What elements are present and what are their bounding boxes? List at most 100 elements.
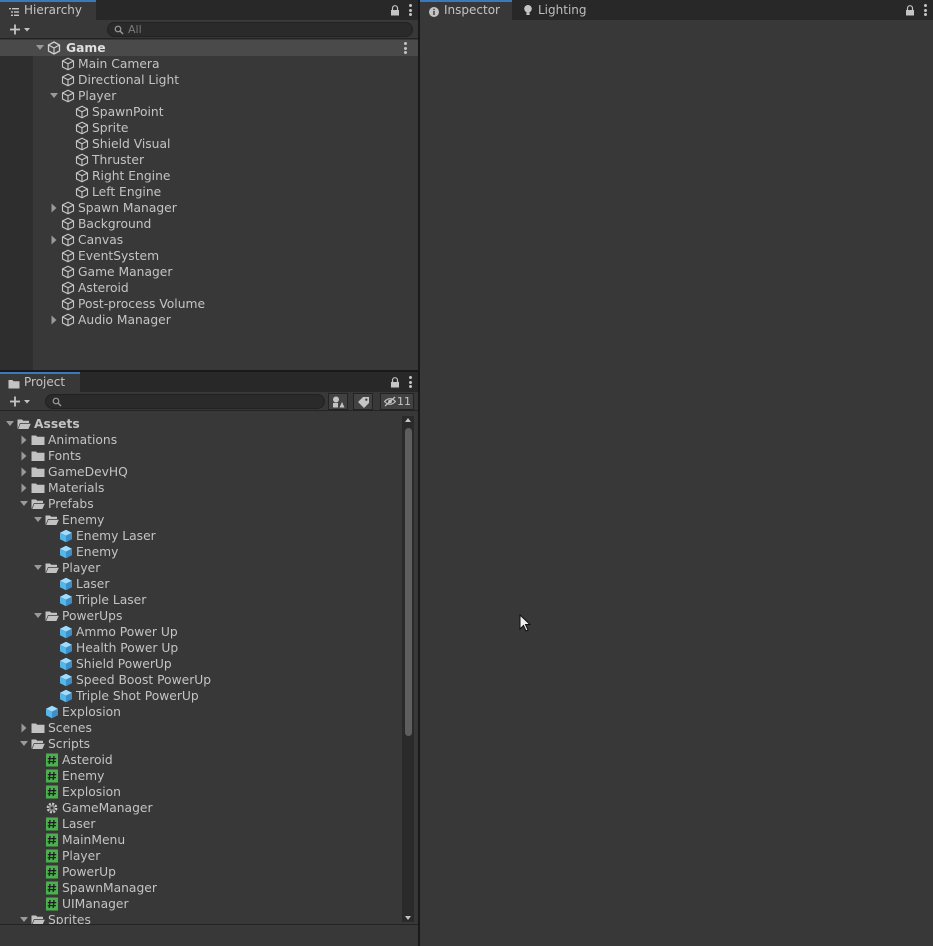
lock-icon[interactable]: [390, 376, 400, 388]
project-item[interactable]: Health Power Up: [0, 640, 418, 656]
kebab-menu-icon[interactable]: [923, 4, 927, 16]
prefab-icon: [60, 641, 72, 655]
hierarchy-item[interactable]: Shield Visual: [0, 136, 418, 152]
project-item[interactable]: PowerUp: [0, 864, 418, 880]
hierarchy-search-placeholder: All: [128, 23, 142, 36]
project-item[interactable]: Enemy Laser: [0, 528, 418, 544]
tab-project[interactable]: Project: [0, 372, 80, 392]
project-item[interactable]: UIManager: [0, 896, 418, 912]
hierarchy-item[interactable]: Asteroid: [0, 280, 418, 296]
project-item[interactable]: GameDevHQ: [0, 464, 418, 480]
search-by-type-button[interactable]: [328, 393, 348, 410]
project-item[interactable]: PowerUps: [0, 608, 418, 624]
hierarchy-item[interactable]: Sprite: [0, 120, 418, 136]
expand-arrow-icon[interactable]: [18, 736, 30, 752]
hierarchy-item[interactable]: Right Engine: [0, 168, 418, 184]
project-item[interactable]: Player: [0, 848, 418, 864]
expand-arrow-icon[interactable]: [4, 416, 16, 432]
project-item[interactable]: Enemy: [0, 544, 418, 560]
project-item[interactable]: Explosion: [0, 784, 418, 800]
project-search-input[interactable]: [45, 394, 325, 409]
expand-arrow-icon[interactable]: [32, 512, 44, 528]
hierarchy-item[interactable]: Spawn Manager: [0, 200, 418, 216]
hierarchy-item-label: Player: [78, 89, 117, 103]
script-icon: [46, 849, 58, 863]
hierarchy-item[interactable]: Directional Light: [0, 72, 418, 88]
project-item[interactable]: Asteroid: [0, 752, 418, 768]
project-item[interactable]: Laser: [0, 816, 418, 832]
project-item[interactable]: Sprites: [0, 912, 418, 924]
hierarchy-item[interactable]: Background: [0, 216, 418, 232]
project-item[interactable]: Enemy: [0, 512, 418, 528]
project-item-label: Scenes: [48, 721, 92, 735]
scroll-down-icon[interactable]: [404, 914, 412, 922]
expand-arrow-icon[interactable]: [18, 720, 30, 736]
expand-arrow-icon[interactable]: [18, 496, 30, 512]
expand-arrow-icon[interactable]: [48, 312, 60, 328]
project-item[interactable]: Ammo Power Up: [0, 624, 418, 640]
expand-arrow-icon[interactable]: [18, 464, 30, 480]
hierarchy-search-input[interactable]: All: [107, 22, 413, 37]
expand-arrow-icon[interactable]: [18, 480, 30, 496]
project-item[interactable]: Animations: [0, 432, 418, 448]
folder-icon: [31, 451, 45, 461]
scene-row[interactable]: Game: [0, 40, 418, 56]
project-item[interactable]: Scenes: [0, 720, 418, 736]
kebab-menu-icon[interactable]: [408, 4, 412, 16]
expand-arrow-icon[interactable]: [48, 88, 60, 104]
search-by-label-button[interactable]: [353, 393, 373, 410]
hierarchy-item[interactable]: Left Engine: [0, 184, 418, 200]
project-item[interactable]: Prefabs: [0, 496, 418, 512]
lock-icon[interactable]: [905, 4, 915, 16]
hierarchy-item[interactable]: Post-process Volume: [0, 296, 418, 312]
hierarchy-item[interactable]: Canvas: [0, 232, 418, 248]
project-item[interactable]: Assets: [0, 416, 418, 432]
tab-inspector[interactable]: Inspector: [420, 0, 512, 20]
expand-arrow-icon[interactable]: [32, 560, 44, 576]
tab-hierarchy[interactable]: Hierarchy: [0, 0, 96, 20]
hierarchy-item[interactable]: Audio Manager: [0, 312, 418, 328]
project-item[interactable]: Materials: [0, 480, 418, 496]
expand-arrow-icon[interactable]: [48, 232, 60, 248]
project-item[interactable]: Scripts: [0, 736, 418, 752]
hierarchy-item[interactable]: Game Manager: [0, 264, 418, 280]
project-item[interactable]: Triple Laser: [0, 592, 418, 608]
project-item[interactable]: Shield PowerUp: [0, 656, 418, 672]
project-scrollbar[interactable]: [402, 416, 414, 922]
hierarchy-item[interactable]: Main Camera: [0, 56, 418, 72]
project-item-label: GameDevHQ: [48, 465, 128, 479]
hierarchy-item[interactable]: Player: [0, 88, 418, 104]
hierarchy-item[interactable]: EventSystem: [0, 248, 418, 264]
project-item[interactable]: Enemy: [0, 768, 418, 784]
lock-icon[interactable]: [390, 4, 400, 16]
expand-arrow-icon[interactable]: [18, 448, 30, 464]
project-item[interactable]: Triple Shot PowerUp: [0, 688, 418, 704]
tab-lighting[interactable]: Lighting: [514, 0, 596, 20]
expand-arrow-icon[interactable]: [32, 608, 44, 624]
create-asset-dropdown-button[interactable]: [4, 393, 34, 410]
expand-arrow-icon[interactable]: [48, 200, 60, 216]
project-item[interactable]: Explosion: [0, 704, 418, 720]
project-item-label: Health Power Up: [76, 641, 179, 655]
project-item[interactable]: Speed Boost PowerUp: [0, 672, 418, 688]
expand-arrow-icon[interactable]: [18, 432, 30, 448]
project-item[interactable]: SpawnManager: [0, 880, 418, 896]
project-item-label: MainMenu: [62, 833, 126, 847]
project-item[interactable]: Player: [0, 560, 418, 576]
hierarchy-item[interactable]: SpawnPoint: [0, 104, 418, 120]
create-dropdown-button[interactable]: [4, 21, 34, 38]
hidden-packages-toggle[interactable]: 11: [380, 393, 414, 410]
project-item[interactable]: Fonts: [0, 448, 418, 464]
scroll-up-icon[interactable]: [404, 416, 412, 424]
hierarchy-item[interactable]: Thruster: [0, 152, 418, 168]
expand-arrow-icon[interactable]: [34, 40, 46, 56]
project-item[interactable]: GameManager: [0, 800, 418, 816]
expand-arrow-icon[interactable]: [18, 912, 30, 924]
tab-lighting-label: Lighting: [538, 3, 587, 17]
project-item[interactable]: Laser: [0, 576, 418, 592]
scene-kebab-menu-icon[interactable]: [403, 42, 407, 54]
project-item[interactable]: MainMenu: [0, 832, 418, 848]
scroll-thumb[interactable]: [405, 428, 412, 736]
project-toolbar: 11: [0, 392, 418, 411]
kebab-menu-icon[interactable]: [408, 376, 412, 388]
